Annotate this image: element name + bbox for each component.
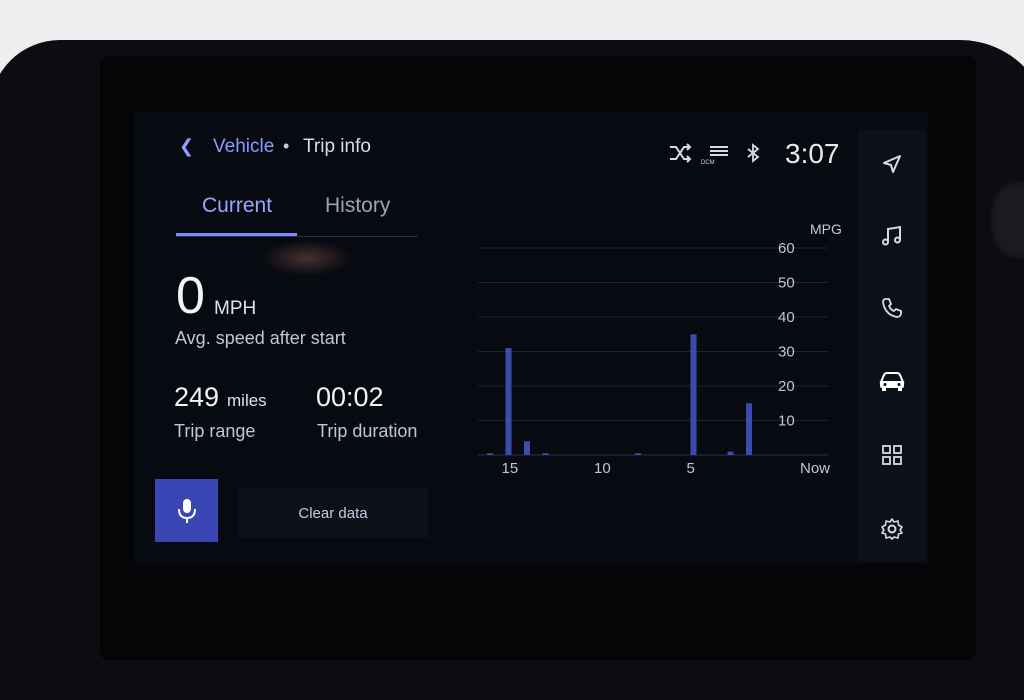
chart-bar	[524, 441, 530, 455]
dcm-label: DCM	[701, 160, 715, 166]
trip-range-unit: miles	[227, 391, 267, 410]
tab-current[interactable]: Current	[202, 194, 272, 218]
settings-icon	[881, 518, 903, 540]
nav-navigation-button[interactable]	[870, 142, 914, 186]
navigation-icon	[883, 155, 901, 173]
y-tick-label: 10	[778, 413, 795, 430]
x-tick-label: 10	[594, 460, 611, 477]
nav-vehicle-button[interactable]	[870, 359, 914, 403]
screen-reflection	[262, 240, 352, 276]
breadcrumb-separator: •	[283, 136, 290, 156]
phone-icon	[882, 298, 902, 318]
clear-data-button[interactable]: Clear data	[238, 488, 428, 538]
microphone-icon	[177, 498, 196, 523]
shuffle-off-icon	[670, 143, 692, 163]
apps-grid-icon	[882, 445, 902, 465]
music-icon	[882, 225, 901, 246]
mpg-bar-chart: 60 50 40 30 20 10 15 10 5 Now	[478, 240, 830, 477]
trip-range-value: 249	[174, 382, 220, 412]
chart-bar	[505, 348, 512, 455]
trip-duration-value: 00:02	[316, 382, 384, 412]
tab-divider	[176, 236, 418, 237]
y-tick-label: 40	[778, 309, 795, 326]
nav-music-button[interactable]	[870, 214, 914, 258]
chart-bar	[487, 453, 493, 455]
chart-bar	[690, 334, 697, 455]
breadcrumb-vehicle[interactable]: Vehicle	[213, 136, 274, 158]
chart-bar	[727, 451, 734, 455]
breadcrumb-trip-info: Trip info	[303, 136, 371, 157]
control-knob[interactable]	[990, 180, 1024, 260]
clock: 3:07	[785, 138, 840, 169]
y-tick-label: 50	[778, 275, 795, 292]
chart-bar	[746, 403, 752, 455]
nav-phone-button[interactable]	[870, 286, 914, 330]
tab-active-indicator	[176, 233, 297, 236]
avg-speed-unit: MPH	[214, 298, 257, 319]
y-tick-label: 30	[778, 344, 795, 361]
trip-range-label: Trip range	[174, 421, 256, 441]
car-icon	[879, 372, 905, 391]
bluetooth-icon	[747, 143, 760, 163]
tab-history[interactable]: History	[325, 194, 390, 218]
back-chevron-icon[interactable]: ❮	[179, 136, 194, 157]
x-tick-label: 5	[687, 460, 695, 477]
side-nav-rail	[858, 130, 926, 562]
nav-settings-button[interactable]	[870, 507, 914, 551]
trip-duration-label: Trip duration	[317, 421, 418, 441]
nav-apps-button[interactable]	[870, 433, 914, 477]
x-tick-label: 15	[502, 460, 519, 477]
x-tick-label: Now	[800, 460, 830, 477]
chart-bar	[635, 453, 641, 455]
y-tick-label: 20	[778, 378, 795, 395]
avg-speed-label: Avg. speed after start	[175, 328, 346, 348]
chart-bar	[542, 453, 549, 455]
avg-speed-value: 0	[176, 267, 205, 325]
voice-button[interactable]	[155, 479, 218, 542]
y-tick-label: 60	[778, 240, 795, 257]
